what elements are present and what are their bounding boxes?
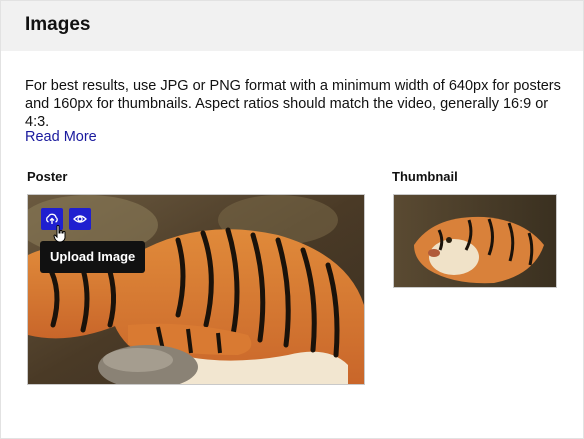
images-panel: Images For best results, use JPG or PNG …: [0, 0, 584, 439]
hand-cursor-icon: [53, 225, 66, 243]
panel-title: Images: [25, 14, 91, 35]
thumbnail-image: [393, 194, 557, 288]
tiger-thumbnail-illustration: [394, 195, 556, 287]
eye-icon: [73, 215, 87, 223]
image-guidelines-text: For best results, use JPG or PNG format …: [25, 78, 561, 130]
poster-label: Poster: [27, 169, 68, 184]
panel-header: Images: [1, 1, 583, 51]
upload-image-tooltip: Upload Image: [40, 241, 146, 273]
thumbnail-label: Thumbnail: [392, 169, 458, 184]
upload-icon: [46, 213, 58, 224]
preview-image-button[interactable]: [69, 208, 91, 230]
read-more-link[interactable]: Read More: [25, 129, 97, 145]
